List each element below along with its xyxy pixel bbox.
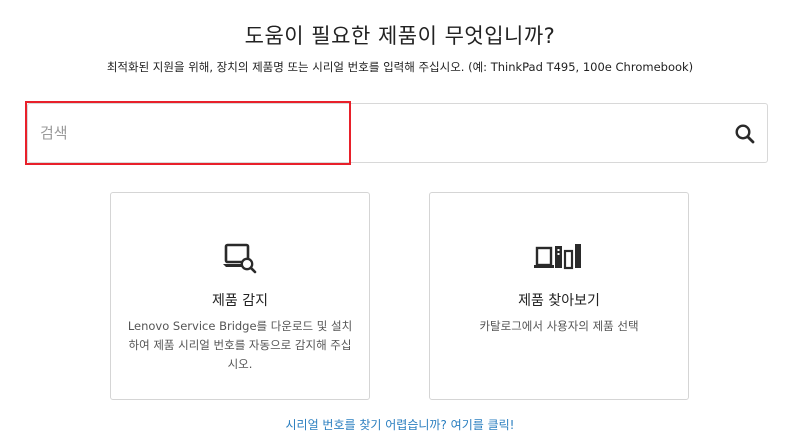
search-input[interactable] (40, 104, 680, 162)
browse-product-card[interactable]: 제품 찾아보기 카탈로그에서 사용자의 제품 선택 (429, 192, 689, 400)
card-icon-wrap (430, 241, 688, 277)
browse-card-title: 제품 찾아보기 (518, 293, 600, 309)
detect-card-title: 제품 감지 (212, 293, 268, 309)
browse-card-description: 카탈로그에서 사용자의 제품 선택 (479, 319, 639, 333)
card-icon-wrap (111, 241, 369, 277)
detect-product-card[interactable]: 제품 감지 Lenovo Service Bridge를 다운로드 및 설치하여… (110, 192, 370, 400)
detect-card-description: Lenovo Service Bridge를 다운로드 및 설치하여 제품 시리… (127, 319, 353, 371)
laptop-search-icon (223, 243, 257, 274)
product-support-page: 도움이 필요한 제품이 무엇입니까? 최적화된 지원을 위해, 장치의 제품명 … (0, 0, 800, 445)
search-icon[interactable] (734, 123, 756, 145)
page-title: 도움이 필요한 제품이 무엇입니까? (244, 24, 556, 48)
page-subtitle: 최적화된 지원을 위해, 장치의 제품명 또는 시리얼 번호를 입력해 주십시오… (106, 60, 694, 74)
search-box[interactable] (27, 103, 768, 163)
device-catalog-icon (534, 244, 581, 270)
serial-number-help-link[interactable]: 시리얼 번호를 찾기 어렵습니까? 여기를 클릭! (0, 416, 800, 433)
